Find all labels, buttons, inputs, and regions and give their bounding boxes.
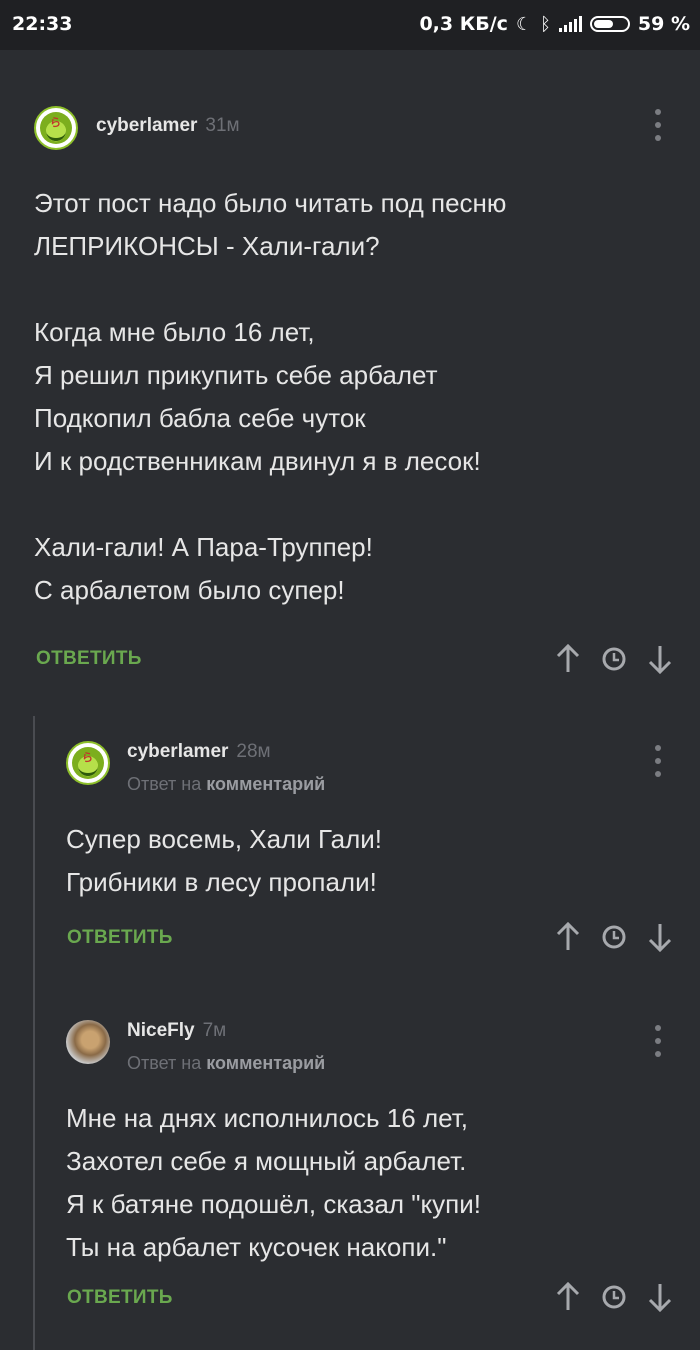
comment-author[interactable]: cyberlamer 31м: [96, 115, 240, 137]
author-name[interactable]: cyberlamer: [96, 115, 197, 136]
clock-icon[interactable]: [598, 921, 630, 953]
comment-author[interactable]: cyberlamer 28м: [127, 741, 271, 763]
reply-button[interactable]: ОТВЕТИТЬ: [36, 648, 142, 670]
author-name[interactable]: NiceFly: [127, 1020, 195, 1041]
moon-icon: ☾: [515, 13, 533, 35]
reply-target-link[interactable]: комментарий: [206, 1053, 325, 1073]
author-name[interactable]: cyberlamer: [127, 741, 228, 762]
reply-prefix: Ответ на: [127, 774, 202, 794]
downvote-arrow-icon[interactable]: [644, 643, 676, 675]
battery-icon: [589, 16, 630, 32]
comment-actions: [552, 643, 676, 675]
reply-to-label: Ответ на комментарий: [127, 774, 325, 795]
downvote-arrow-icon[interactable]: [644, 1281, 676, 1313]
upvote-arrow-icon[interactable]: [552, 643, 584, 675]
more-options-icon[interactable]: [654, 109, 662, 141]
network-speed: 0,3 КБ/с: [419, 13, 508, 35]
comment-text: Этот пост надо было читать под песню ЛЕП…: [34, 188, 507, 605]
clock-icon[interactable]: [598, 643, 630, 675]
comment-text: Супер восемь, Хали Гали! Грибники в лесу…: [66, 824, 383, 897]
signal-icon: [558, 16, 582, 32]
upvote-arrow-icon[interactable]: [552, 921, 584, 953]
smiley-avatar-icon[interactable]: ら: [66, 741, 110, 785]
reply-button[interactable]: ОТВЕТИТЬ: [67, 1287, 173, 1309]
smiley-avatar-icon[interactable]: ら: [34, 106, 78, 150]
comment-text: Мне на днях исполнилось 16 лет, Захотел …: [66, 1103, 481, 1262]
downvote-arrow-icon[interactable]: [644, 921, 676, 953]
more-options-icon[interactable]: [654, 745, 662, 777]
comment-age: 31м: [205, 115, 240, 136]
reply-to-label: Ответ на комментарий: [127, 1053, 325, 1074]
status-time: 22:33: [12, 13, 73, 35]
status-indicators: 0,3 КБ/с ☾ ᛒ 59 %: [419, 13, 690, 35]
reply-target-link[interactable]: комментарий: [206, 774, 325, 794]
reply-button[interactable]: ОТВЕТИТЬ: [67, 927, 173, 949]
comment-actions: [552, 921, 676, 953]
comment-author[interactable]: NiceFly 7м: [127, 1020, 226, 1042]
comment-age: 7м: [202, 1020, 227, 1041]
comment-actions: [552, 1281, 676, 1313]
upvote-arrow-icon[interactable]: [552, 1281, 584, 1313]
comment-age: 28м: [236, 741, 271, 762]
photo-avatar-icon[interactable]: [66, 1020, 110, 1064]
reply-prefix: Ответ на: [127, 1053, 202, 1073]
clock-icon[interactable]: [598, 1281, 630, 1313]
more-options-icon[interactable]: [654, 1025, 662, 1057]
battery-percent: 59 %: [637, 13, 690, 35]
thread-line: [33, 716, 35, 1350]
status-bar: 22:33 0,3 КБ/с ☾ ᛒ 59 %: [0, 0, 700, 50]
bluetooth-icon: ᛒ: [540, 13, 551, 35]
